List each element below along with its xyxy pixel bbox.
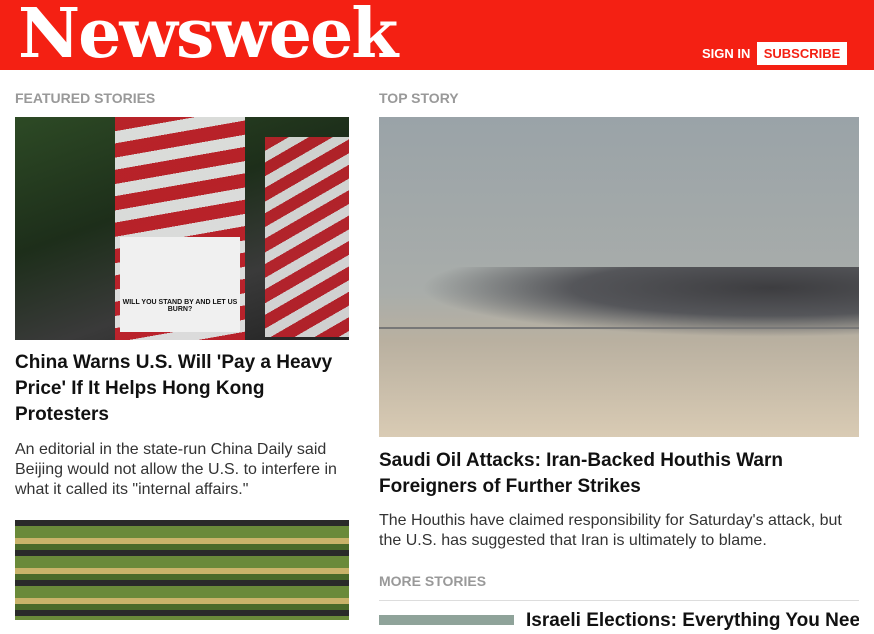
more-stories-heading: MORE STORIES	[379, 573, 487, 589]
more-story-title[interactable]: Israeli Elections: Everything You Need t…	[526, 608, 859, 634]
featured-story-summary: An editorial in the state-run China Dail…	[15, 441, 337, 498]
featured-story-image[interactable]: WILL YOU STAND BY AND LET US BURN?	[15, 117, 349, 340]
protest-sign: WILL YOU STAND BY AND LET US BURN?	[120, 237, 240, 332]
featured-stories-heading: FEATURED STORIES	[15, 90, 156, 106]
featured-story-image-2[interactable]	[15, 520, 349, 620]
subscribe-button[interactable]: SUBSCRIBE	[757, 42, 847, 65]
top-story-title[interactable]: Saudi Oil Attacks: Iran-Backed Houthis W…	[379, 448, 859, 500]
top-story-image[interactable]	[379, 117, 859, 437]
top-story-summary: The Houthis have claimed responsibility …	[379, 512, 842, 549]
divider	[379, 600, 859, 601]
newsweek-logo[interactable]: Newsweek	[18, 0, 398, 74]
more-story-thumbnail[interactable]	[379, 615, 514, 625]
site-header: Newsweek SIGN IN SUBSCRIBE	[0, 0, 874, 74]
top-story-heading: TOP STORY	[379, 90, 459, 106]
featured-story-title[interactable]: China Warns U.S. Will 'Pay a Heavy Price…	[15, 350, 349, 428]
sign-in-link[interactable]: SIGN IN	[702, 46, 750, 61]
